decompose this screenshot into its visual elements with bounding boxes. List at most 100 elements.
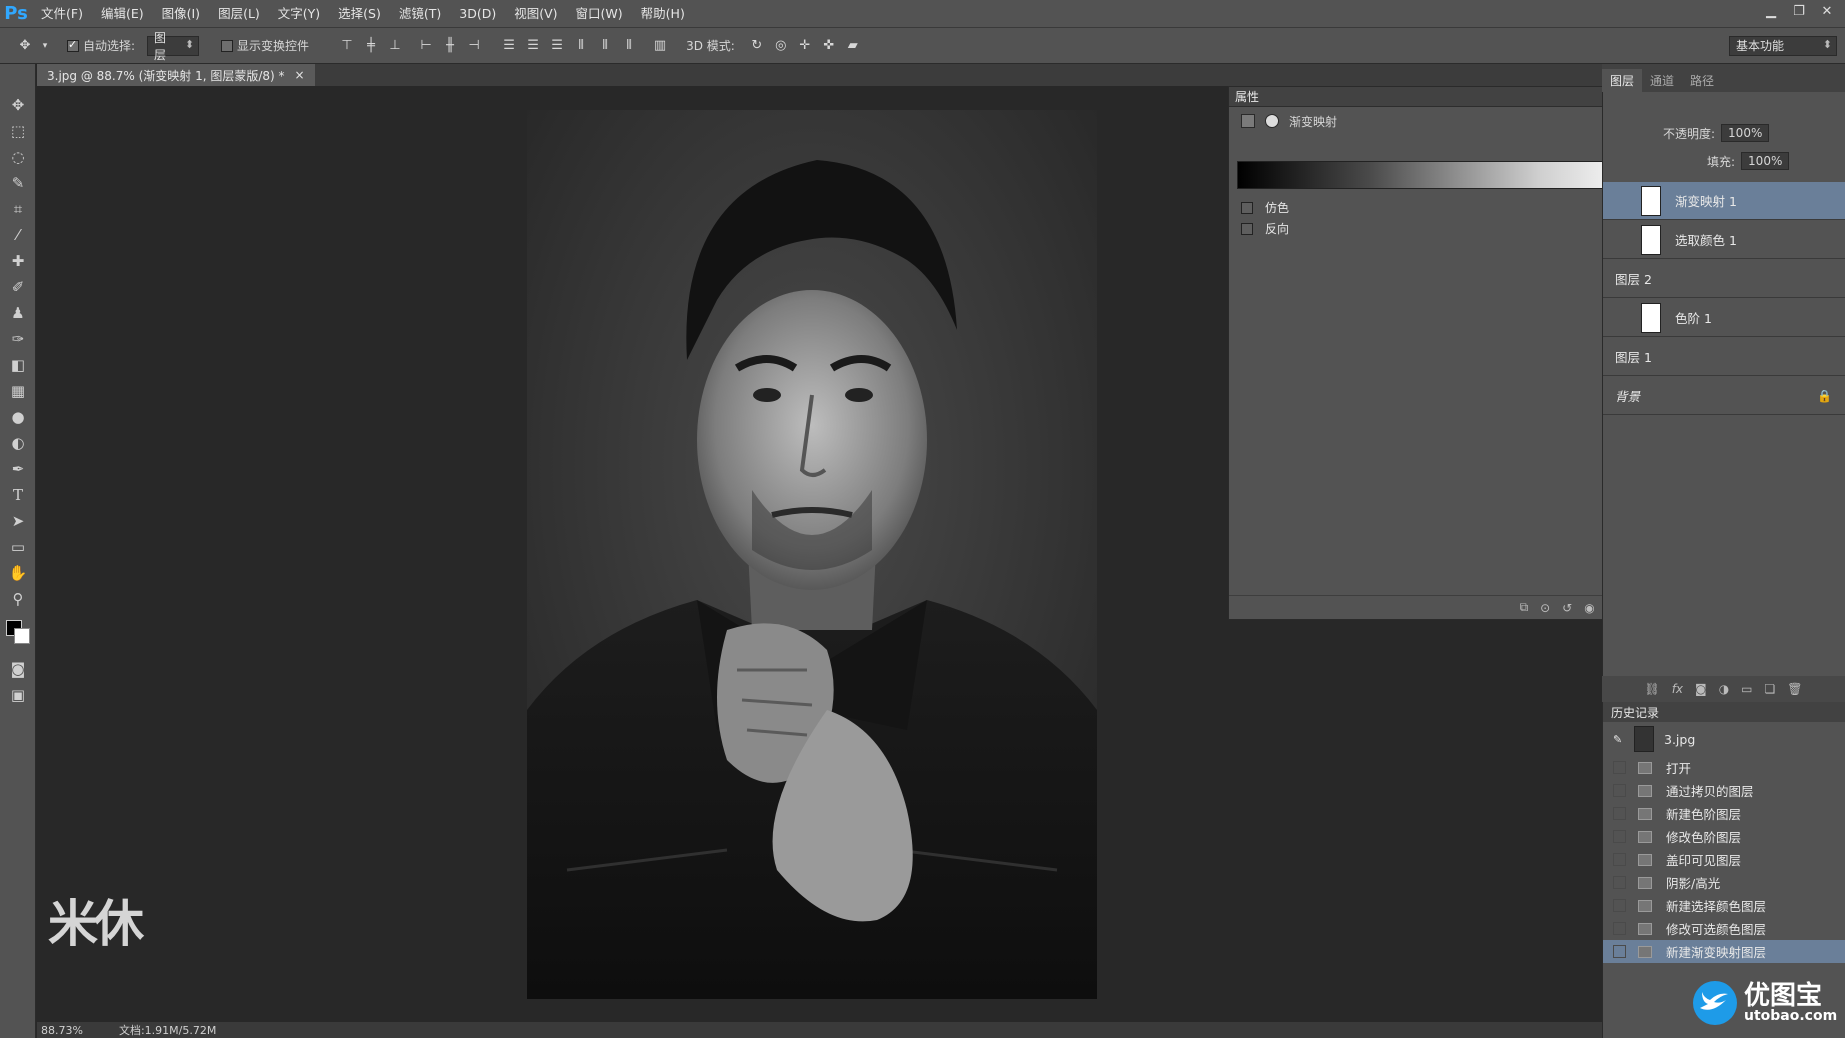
history-brush-tool-icon[interactable]: ✑ [0, 326, 36, 352]
tab-layers[interactable]: 图层 [1602, 69, 1643, 92]
eyedropper-tool-icon[interactable]: ⁄ [0, 222, 36, 248]
new-group-icon[interactable]: ▭ [1741, 682, 1752, 696]
distribute-top-icon[interactable]: ☰ [500, 37, 518, 55]
layer-row[interactable]: 图层 1 [1603, 338, 1845, 376]
eraser-tool-icon[interactable]: ◧ [0, 352, 36, 378]
mask-icon[interactable] [1265, 114, 1279, 128]
healing-brush-tool-icon[interactable]: ✚ [0, 248, 36, 274]
menu-window[interactable]: 窗口(W) [567, 0, 632, 28]
history-snapshot[interactable]: ✎ 3.jpg [1603, 722, 1845, 756]
history-source-box[interactable] [1613, 922, 1626, 935]
document-size-readout[interactable]: 文档:1.91M/5.72M [119, 1022, 216, 1038]
shape-tool-icon[interactable]: ▭ [0, 534, 36, 560]
history-source-box[interactable] [1613, 761, 1626, 774]
history-item[interactable]: 新建色阶图层 [1603, 802, 1845, 825]
menu-layer[interactable]: 图层(L) [209, 0, 269, 28]
auto-select-dropdown[interactable]: 图层 [147, 31, 200, 62]
layer-row[interactable]: 背景 🔒 [1603, 377, 1845, 415]
menu-view[interactable]: 视图(V) [505, 0, 566, 28]
distribute-bottom-icon[interactable]: ☰ [548, 37, 566, 55]
menu-edit[interactable]: 编辑(E) [92, 0, 153, 28]
layer-row[interactable]: 图层 2 [1603, 260, 1845, 298]
dither-checkbox[interactable] [1241, 201, 1253, 214]
move-tool-icon[interactable]: ✥ [0, 92, 36, 118]
layer-row[interactable]: 渐变映射 1 [1603, 182, 1845, 220]
3d-pan-icon[interactable]: ✛ [796, 37, 814, 55]
3d-rotate-icon[interactable]: ↻ [748, 37, 766, 55]
brush-tool-icon[interactable]: ✐ [0, 274, 36, 300]
menu-filter[interactable]: 滤镜(T) [390, 0, 450, 28]
restore-icon[interactable]: ❐ [1787, 2, 1811, 20]
clone-stamp-tool-icon[interactable]: ♟ [0, 300, 36, 326]
quick-select-tool-icon[interactable]: ✎ [0, 170, 36, 196]
zoom-tool-icon[interactable]: ⚲ [0, 586, 36, 612]
history-source-box[interactable] [1613, 876, 1626, 889]
history-item[interactable]: 修改可选颜色图层 [1603, 917, 1845, 940]
show-transform-checkbox[interactable] [221, 39, 234, 52]
distribute-right-icon[interactable]: ⦀ [620, 37, 638, 55]
history-item[interactable]: 通过拷贝的图层 [1603, 779, 1845, 802]
layer-row[interactable]: 色阶 1 [1603, 299, 1845, 337]
menu-image[interactable]: 图像(I) [153, 0, 209, 28]
3d-roll-icon[interactable]: ◎ [772, 37, 790, 55]
auto-select-checkbox[interactable] [67, 38, 79, 52]
canvas-image[interactable] [527, 110, 1097, 999]
chevron-down-icon[interactable]: ▾ [40, 37, 50, 55]
properties-header[interactable]: 属性 [1229, 87, 1652, 107]
gradient-tool-icon[interactable]: ▦ [0, 378, 36, 404]
visibility-eye-icon[interactable]: ◉ [1584, 601, 1594, 615]
history-source-box[interactable] [1613, 830, 1626, 843]
align-top-icon[interactable]: ⊤ [338, 37, 356, 55]
opacity-input[interactable]: 100% [1721, 124, 1770, 142]
menu-file[interactable]: 文件(F) [32, 0, 92, 28]
menu-select[interactable]: 选择(S) [329, 0, 390, 28]
history-source-box[interactable] [1613, 945, 1626, 958]
3d-scale-icon[interactable]: ▰ [844, 37, 862, 55]
tab-channels[interactable]: 通道 [1642, 69, 1682, 92]
history-item[interactable]: 新建选择颜色图层 [1603, 894, 1845, 917]
history-source-box[interactable] [1613, 784, 1626, 797]
layer-row[interactable]: 选取颜色 1 [1603, 221, 1845, 259]
tab-paths[interactable]: 路径 [1682, 69, 1722, 92]
blur-tool-icon[interactable]: ● [0, 404, 36, 430]
reverse-checkbox[interactable] [1241, 222, 1253, 235]
hand-tool-icon[interactable]: ✋ [0, 560, 36, 586]
dither-option[interactable]: 仿色 [1241, 199, 1289, 216]
distribute-hcenter-icon[interactable]: ⦀ [596, 37, 614, 55]
history-header[interactable]: 历史记录 [1603, 702, 1845, 722]
crop-tool-icon[interactable]: ⌗ [0, 196, 36, 222]
link-layers-icon[interactable]: ⛓ [1644, 682, 1659, 696]
history-item[interactable]: 阴影/高光 [1603, 871, 1845, 894]
marquee-tool-icon[interactable]: ⬚ [0, 118, 36, 144]
fill-input[interactable]: 100% [1741, 152, 1790, 170]
zoom-readout[interactable]: 88.73% [41, 1024, 83, 1037]
menu-type[interactable]: 文字(Y) [269, 0, 329, 28]
history-item[interactable]: 盖印可见图层 [1603, 848, 1845, 871]
align-hcenter-icon[interactable]: ╫ [441, 37, 459, 55]
align-left-icon[interactable]: ⊢ [417, 37, 435, 55]
history-source-box[interactable] [1613, 899, 1626, 912]
workspace-dropdown[interactable]: 基本功能 [1729, 35, 1837, 56]
background-color-swatch[interactable] [14, 628, 30, 644]
history-item[interactable]: 新建渐变映射图层 [1603, 940, 1845, 963]
clip-to-layer-icon[interactable]: ⧉ [1520, 600, 1529, 615]
view-previous-icon[interactable]: ⊙ [1540, 601, 1550, 615]
quick-mask-icon[interactable]: ◙ [0, 656, 36, 682]
pen-tool-icon[interactable]: ✒ [0, 456, 36, 482]
move-tool-icon[interactable]: ✥ [16, 37, 34, 55]
history-item[interactable]: 打开 [1603, 756, 1845, 779]
menu-3d[interactable]: 3D(D) [450, 0, 505, 28]
history-source-box[interactable] [1613, 853, 1626, 866]
document-tab[interactable]: 3.jpg @ 88.7% (渐变映射 1, 图层蒙版/8) * × [37, 64, 315, 86]
reverse-option[interactable]: 反向 [1241, 220, 1289, 237]
close-tab-icon[interactable]: × [295, 68, 305, 82]
reset-icon[interactable]: ↺ [1562, 601, 1572, 615]
add-mask-icon[interactable]: ◙ [1695, 682, 1707, 696]
new-layer-icon[interactable]: ❏ [1765, 682, 1776, 696]
align-vcenter-icon[interactable]: ╪ [362, 37, 380, 55]
screen-mode-icon[interactable]: ▣ [0, 682, 36, 708]
adjustment-icon[interactable] [1241, 114, 1255, 128]
gradient-editor-strip[interactable] [1237, 161, 1615, 189]
dodge-tool-icon[interactable]: ◐ [0, 430, 36, 456]
minimize-icon[interactable]: ▁ [1759, 2, 1783, 20]
